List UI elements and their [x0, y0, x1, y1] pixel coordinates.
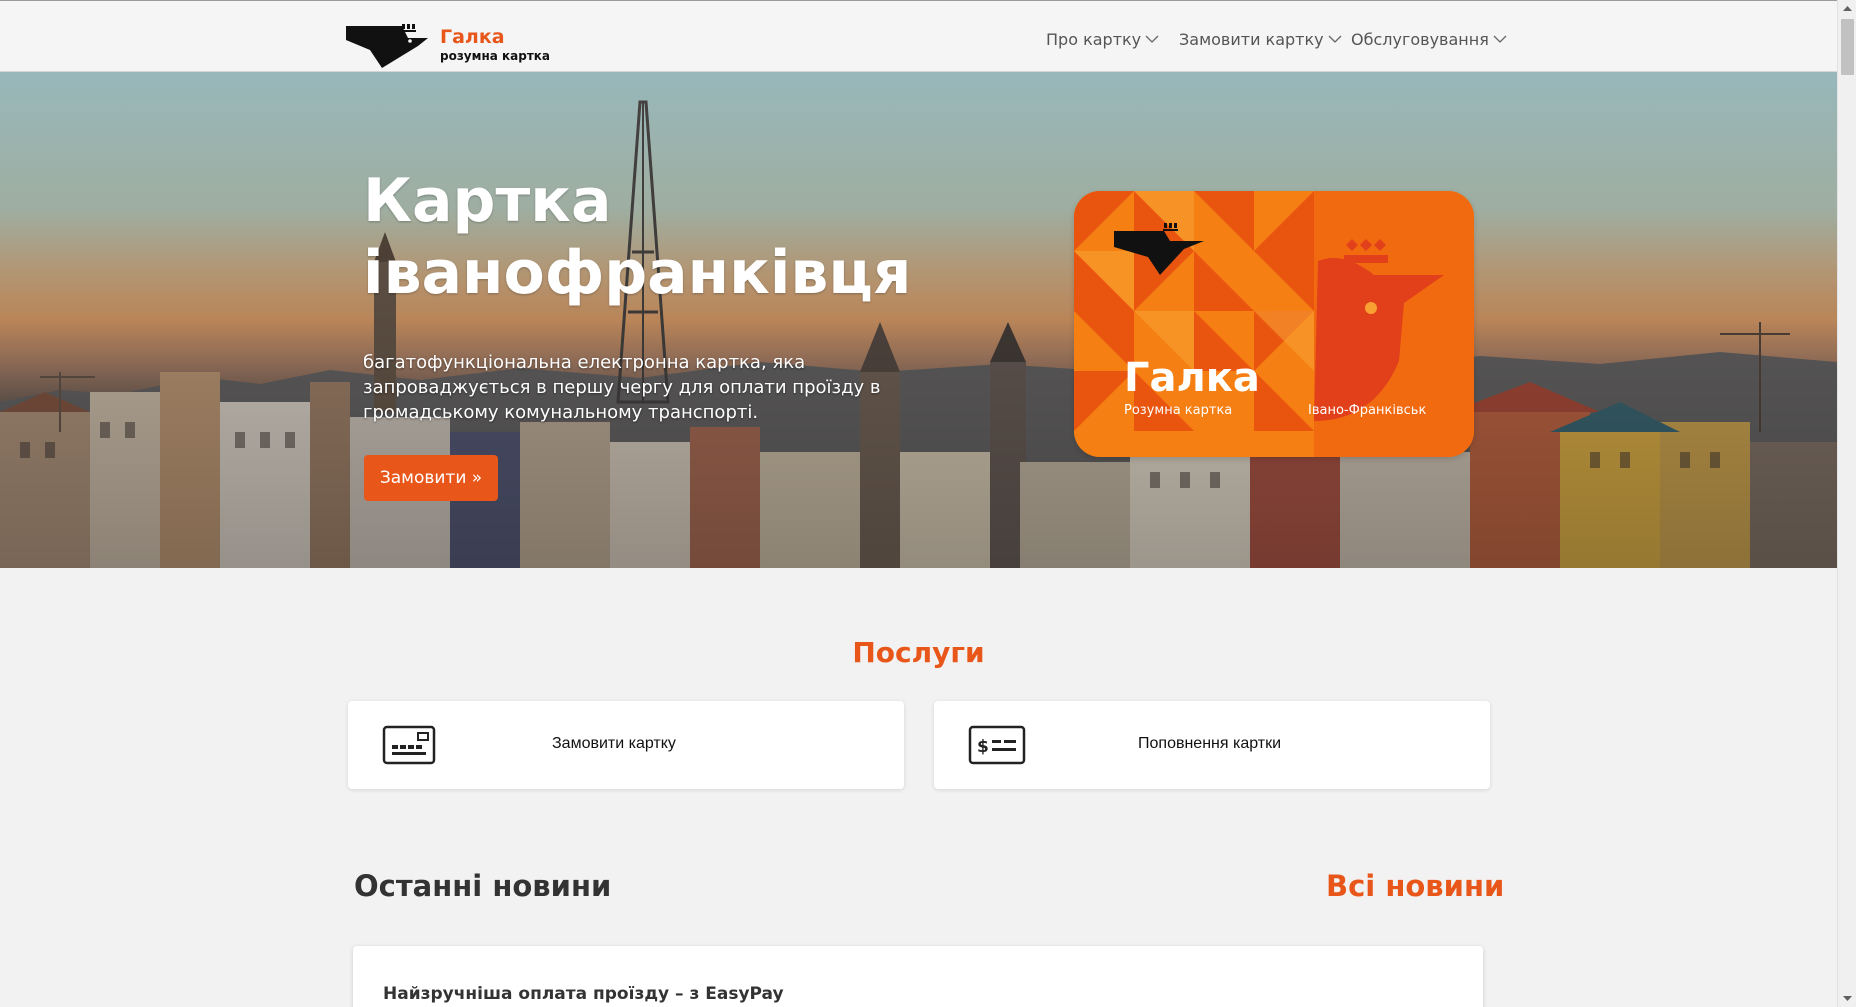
order-button[interactable]: Замовити »	[364, 455, 498, 501]
hero-description: багатофункціональна електронна картка, я…	[363, 352, 881, 423]
hero-title-line1: Картка	[363, 166, 612, 236]
news-item-title: Найзручніша оплата проїзду – з EasyPay	[383, 984, 784, 1004]
card-subtitle: Розумна картка	[1124, 403, 1233, 418]
chevron-down-icon	[1493, 35, 1507, 43]
svg-text:$: $	[977, 737, 989, 757]
scroll-down-arrow-icon[interactable]	[1838, 990, 1856, 1007]
scroll-up-arrow-icon[interactable]	[1838, 0, 1856, 17]
services-title: Послуги	[852, 636, 985, 669]
hero-title: Картка іванофранківця	[363, 165, 923, 309]
chevron-down-icon	[1328, 35, 1342, 43]
logo-title: Галка	[440, 26, 505, 48]
service-top-up-card-label: Поповнення картки	[1138, 735, 1282, 752]
card-title: Галка	[1124, 355, 1260, 401]
service-top-up-card[interactable]: $ Поповнення картки	[934, 701, 1490, 789]
jackdaw-logo-icon	[346, 24, 428, 68]
logo-subtitle: розумна картка	[440, 49, 551, 63]
nav-order-card[interactable]: Замовити картку	[1179, 28, 1342, 50]
card-icon	[382, 725, 436, 765]
logo[interactable]: Галка розумна картка	[346, 24, 556, 68]
nav-service[interactable]: Обслуговування	[1351, 28, 1507, 50]
page: Галка розумна картка Про картку Замовити…	[0, 0, 1837, 1007]
galka-card-image: Галка Розумна картка Івано-Франківськ	[1074, 191, 1474, 457]
site-header: Галка розумна картка Про картку Замовити…	[0, 0, 1837, 72]
nav-about-card-label: Про картку	[1046, 29, 1142, 49]
service-order-card[interactable]: Замовити картку	[348, 701, 904, 789]
all-news-link[interactable]: Всі новини	[1326, 869, 1504, 903]
hero-title-line2: іванофранківця	[363, 238, 912, 308]
card-city: Івано-Франківськ	[1308, 403, 1427, 418]
service-order-card-label: Замовити картку	[552, 735, 676, 752]
nav-order-card-label: Замовити картку	[1179, 29, 1324, 49]
news-item[interactable]: Найзручніша оплата проїзду – з EasyPay	[353, 946, 1483, 1007]
nav-about-card[interactable]: Про картку	[1046, 28, 1159, 50]
dollar-card-icon: $	[968, 725, 1026, 765]
nav-service-label: Обслуговування	[1351, 29, 1489, 49]
city-panorama-image	[0, 72, 1837, 568]
chevron-down-icon	[1145, 35, 1159, 43]
scroll-thumb[interactable]	[1841, 19, 1854, 75]
latest-news-title: Останні новини	[354, 869, 612, 903]
page-scrollbar[interactable]	[1837, 0, 1856, 1007]
hero-banner: Картка іванофранківця багатофункціональн…	[0, 72, 1837, 568]
